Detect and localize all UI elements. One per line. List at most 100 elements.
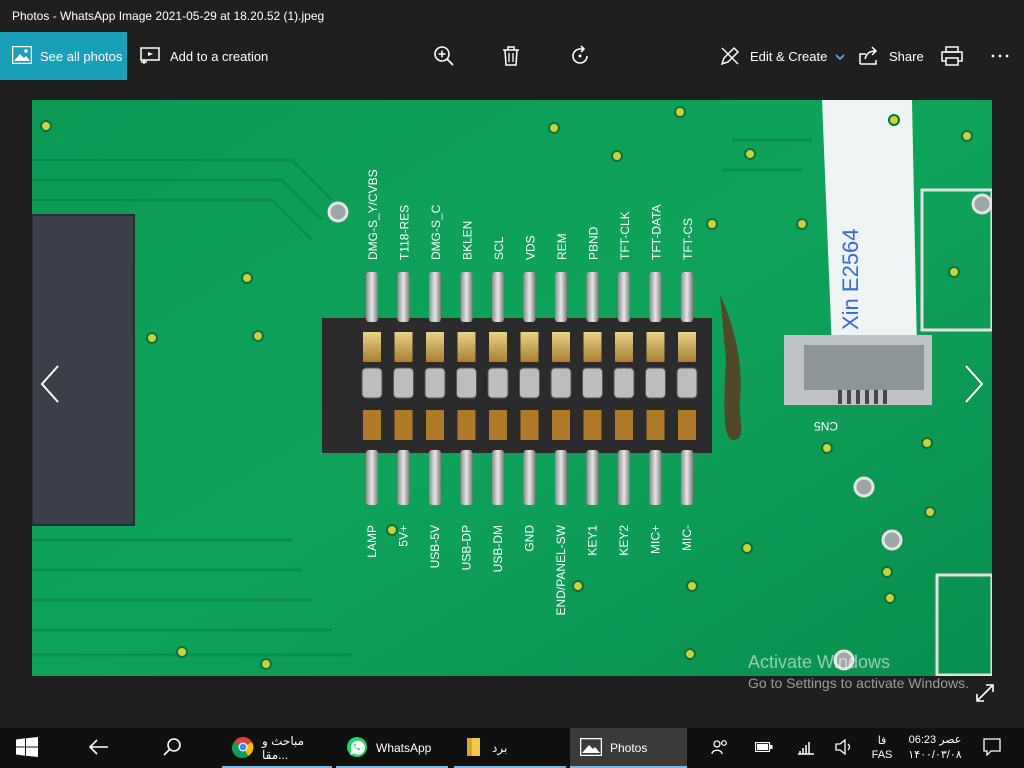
zoom-button[interactable] xyxy=(432,32,456,80)
connector-pin-top xyxy=(555,272,567,322)
language-code-native: فا xyxy=(877,735,887,747)
pin-label-bottom: KEY1 xyxy=(586,525,600,556)
pin-label-bottom: END/PANEL-SW xyxy=(554,524,568,615)
connector-contact xyxy=(489,410,507,440)
delete-button[interactable] xyxy=(499,32,523,80)
battery-button[interactable] xyxy=(752,728,776,768)
language-code: FAS xyxy=(871,749,893,761)
print-button[interactable] xyxy=(940,32,964,80)
whatsapp-icon xyxy=(346,736,368,761)
network-button[interactable] xyxy=(794,728,818,768)
speaker-icon xyxy=(835,738,853,758)
pin-label-top: REM xyxy=(555,233,569,260)
clock-date: ۱۴۰۰/۰۳/۰۸ xyxy=(908,749,962,761)
connector-contact xyxy=(363,410,381,440)
connector-label: CN5 xyxy=(814,419,838,433)
action-center-button[interactable] xyxy=(980,728,1004,768)
see-all-photos-button[interactable]: See all photos xyxy=(0,32,127,80)
connector-pin-top xyxy=(397,272,410,322)
connector-contact xyxy=(457,410,476,440)
connector-contact xyxy=(615,332,633,362)
pin-label-top: TFT-DATA xyxy=(650,204,664,260)
back-button[interactable] xyxy=(88,728,109,768)
connector-pin-top xyxy=(429,272,441,322)
taskbar-app-photos[interactable]: Photos xyxy=(570,728,687,768)
connector-pin-bottom xyxy=(366,450,378,505)
input-language-button[interactable]: فا FAS xyxy=(866,728,898,768)
people-button[interactable] xyxy=(708,728,732,768)
taskbar-app-folder[interactable]: برد xyxy=(454,728,566,768)
pin-label-bottom: 5V+ xyxy=(397,525,411,547)
connector-contact xyxy=(519,367,540,399)
pin-label-bottom: USB-DM xyxy=(491,525,505,572)
pin-label-bottom: MIC- xyxy=(680,525,694,551)
pcb-photo[interactable]: Xin E2564 CN5 DMG-S_Y/CVBS T118-RES DMG-… xyxy=(32,100,992,676)
add-to-creation-button[interactable]: Add to a creation xyxy=(138,32,268,80)
edit-create-button[interactable]: Edit & Create xyxy=(718,32,845,80)
search-button[interactable] xyxy=(162,728,182,768)
taskbar-app-chrome[interactable]: مباحث و مقا... xyxy=(222,728,332,768)
pin-label-top: SCL xyxy=(492,236,506,260)
windows-logo-icon xyxy=(16,736,38,760)
battery-icon xyxy=(754,741,773,755)
connector-pin-bottom xyxy=(586,450,599,505)
connector-contact xyxy=(520,332,539,362)
next-photo-button[interactable] xyxy=(954,364,994,408)
connector-contact xyxy=(489,332,507,362)
connector-contact xyxy=(678,410,696,440)
see-all-photos-label: See all photos xyxy=(40,48,123,64)
add-to-creation-label: Add to a creation xyxy=(170,48,269,64)
photos-icon xyxy=(579,737,603,759)
connector-pin-bottom xyxy=(649,450,662,505)
connector-contact xyxy=(520,410,539,440)
pin-label-bottom: MIC+ xyxy=(649,525,663,554)
fullscreen-button[interactable] xyxy=(974,682,1002,710)
connector-contact xyxy=(552,332,570,362)
connector-pin-bottom xyxy=(460,450,473,505)
taskbar: مباحث و مقا... WhatsApp برد Photos فا FA… xyxy=(0,728,1024,768)
pin-label-bottom: KEY2 xyxy=(617,525,631,556)
connector-contact xyxy=(646,410,665,440)
expand-icon xyxy=(974,684,996,708)
more-options-button[interactable] xyxy=(988,32,1012,80)
connector-contact xyxy=(646,332,665,362)
connector-pin-bottom xyxy=(555,450,567,505)
chevron-right-icon xyxy=(962,364,986,409)
connector-pin-bottom xyxy=(397,450,410,505)
pin-label-top: BKLEN xyxy=(461,221,475,260)
add-creation-icon xyxy=(138,32,162,80)
connector-pin-bottom xyxy=(492,450,504,505)
rotate-button[interactable] xyxy=(568,32,592,80)
connector-contact xyxy=(361,367,383,399)
watermark-title: Activate Windows xyxy=(748,652,891,672)
connector-contact xyxy=(550,367,572,399)
clock[interactable]: 06:23 عصر ۱۴۰۰/۰۳/۰۸ xyxy=(904,728,966,768)
pin-label-top: DMG-S_Y/CVBS xyxy=(366,169,380,260)
photo-viewer: Xin E2564 CN5 DMG-S_Y/CVBS T118-RES DMG-… xyxy=(0,80,1024,728)
previous-photo-button[interactable] xyxy=(30,364,70,408)
taskbar-app-whatsapp[interactable]: WhatsApp xyxy=(336,728,448,768)
connector-contact xyxy=(615,410,633,440)
connector-contact xyxy=(583,332,602,362)
connector-pin-top xyxy=(460,272,473,322)
clock-time: 06:23 عصر xyxy=(908,734,962,746)
connector-pin-top xyxy=(523,272,536,322)
pin-label-top: TFT-CLK xyxy=(618,211,632,260)
edit-icon xyxy=(718,32,742,80)
window-title: Photos - WhatsApp Image 2021-05-29 at 18… xyxy=(12,9,325,23)
share-button[interactable]: Share xyxy=(857,32,924,80)
connector-contact xyxy=(363,332,381,362)
taskbar-app-label: برد xyxy=(492,741,508,755)
pin-label-top: T118-RES xyxy=(398,205,412,260)
start-button[interactable] xyxy=(16,728,38,768)
folder-icon xyxy=(464,737,484,760)
edit-create-label: Edit & Create xyxy=(750,48,828,64)
pin-label-bottom: GND xyxy=(523,525,537,552)
connector-contact xyxy=(426,410,444,440)
pin-label-top: PBND xyxy=(587,226,601,260)
share-label: Share xyxy=(889,48,924,64)
pin-label-bottom: LAMP xyxy=(365,525,379,558)
toolbar: See all photos Add to a creation Edit & … xyxy=(0,32,1024,80)
volume-button[interactable] xyxy=(832,728,856,768)
cable-label: Xin E2564 xyxy=(838,228,863,330)
